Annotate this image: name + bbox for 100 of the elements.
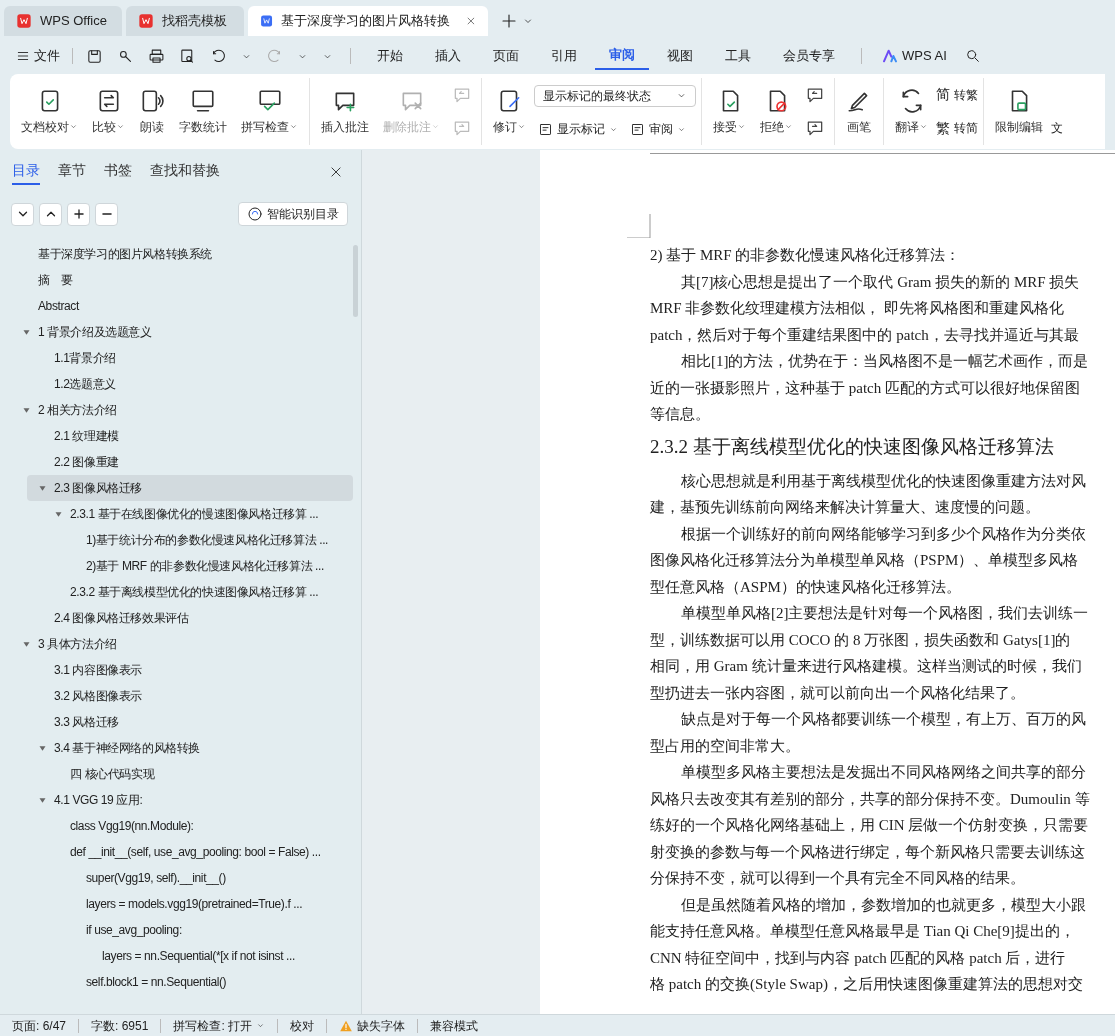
outline-item[interactable]: 3 具体方法介绍 <box>27 631 353 657</box>
outline-item[interactable]: 2)基于 MRF 的非参数化慢速风格化迁移算法 ... <box>27 553 353 579</box>
menu-tab[interactable]: 会员专享 <box>769 42 849 70</box>
sidebar-tab[interactable]: 目录 <box>12 159 40 185</box>
outline-item[interactable]: 1 背景介绍及选题意义 <box>27 319 353 345</box>
scrollbar-thumb[interactable] <box>353 245 358 317</box>
outline-item[interactable]: 2.3 图像风格迁移 <box>27 475 353 501</box>
ribbon-button[interactable]: 显示标记 <box>538 120 618 139</box>
paragraph-line: 核心思想就是利用基于离线模型优化的快速图像重建方法对风 <box>680 471 1087 491</box>
ribbon-button[interactable]: 审阅 <box>630 120 686 139</box>
outline-item[interactable]: 3.1 内容图像表示 <box>27 657 353 683</box>
plus-icon <box>71 207 86 221</box>
menu-tab[interactable]: 页面 <box>479 42 533 70</box>
outline-item[interactable]: 2.4 图像风格迁移效果评估 <box>27 605 353 631</box>
missing-font-button[interactable]: 缺失字体 <box>339 1016 406 1035</box>
menu-tab[interactable]: 引用 <box>537 42 591 70</box>
paragraph-line: 型任意风格（ASPM）的快速风格化迁移算法。 <box>650 577 962 597</box>
caret-icon <box>517 122 526 131</box>
outline-item[interactable]: 3.4 基于神经网络的风格转换 <box>27 735 353 761</box>
paragraph-line: patch，然后对于每个重建结果图中的 patch，去寻找并逼近与其最 <box>650 325 1080 345</box>
menu-tab[interactable]: 插入 <box>421 42 475 70</box>
paragraph-line: 风格只去改变其有差别的部分，共享的部分保持不变。Dumoulin 等 <box>650 789 1090 809</box>
outline-item[interactable]: super(Vgg19, self).__init__() <box>27 865 353 891</box>
sidebar-tab[interactable]: 书签 <box>104 159 132 185</box>
outline-item[interactable]: 1.2选题意义 <box>27 371 353 397</box>
outline-item[interactable]: 2 相关方法介绍 <box>27 397 353 423</box>
expand-triangle-icon[interactable] <box>22 327 31 337</box>
paragraph-line: 格 patch 的交换(Style Swap)，之后用快速图像重建算法的思想对交 <box>650 975 1084 994</box>
ribbon-button[interactable]: 拒绝 <box>754 78 799 145</box>
toolbar-button[interactable] <box>95 202 118 226</box>
outline-item[interactable]: 2.3.2 基于离线模型优化的快速图像风格迁移算 ... <box>27 579 353 605</box>
toolbar-button[interactable] <box>11 202 34 226</box>
outline-item[interactable]: 2.3.1 基于在线图像优化的慢速图像风格迁移算 ... <box>27 501 353 527</box>
save-icon[interactable] <box>86 47 103 65</box>
file-menu[interactable]: 文件 <box>12 46 64 66</box>
smart-toc-button[interactable]: 智能识别目录 <box>238 202 348 226</box>
expand-triangle-icon[interactable] <box>38 743 47 753</box>
outline-item[interactable]: 1)基于统计分布的参数化慢速风格化迁移算法 ... <box>27 527 353 553</box>
ribbon-button[interactable]: 字数统计 <box>173 78 233 145</box>
paragraph-line: 根据一个训练好的前向网络能够学习到多少个风格作为分类依 <box>680 524 1087 544</box>
outline-item[interactable]: if use_avg_pooling: <box>27 917 353 943</box>
outline-item[interactable]: class Vgg19(nn.Module): <box>27 813 353 839</box>
spell-check-toggle[interactable]: 拼写检查: 打开 <box>173 1016 266 1035</box>
markup-dropdown[interactable]: 显示标记的最终状态 <box>534 84 696 107</box>
outline-item[interactable]: 3.2 风格图像表示 <box>27 683 353 709</box>
ribbon-button[interactable]: 拼写检查 <box>235 78 304 145</box>
outline-item[interactable]: def __init__(self, use_avg_pooling: bool = False) ... <box>27 839 353 865</box>
outline-item[interactable]: 基于深度学习的图片风格转换系统 <box>27 241 353 267</box>
tab[interactable]: WPS Office <box>4 6 122 36</box>
ribbon-button[interactable]: 画笔 <box>840 78 878 145</box>
expand-triangle-icon[interactable] <box>22 639 31 649</box>
ribbon-button[interactable]: 翻译 <box>889 78 934 145</box>
character-icon: 繁 <box>936 117 950 139</box>
outline-item[interactable]: 四 核心代码实现 <box>27 761 353 787</box>
expand-triangle-icon[interactable] <box>38 483 47 493</box>
outline-item[interactable]: self.block1 = nn.Sequential() <box>27 969 353 995</box>
undo-icon[interactable] <box>210 47 227 65</box>
plus-icon[interactable] <box>500 12 518 30</box>
menu-tab[interactable]: 审阅 <box>595 42 649 70</box>
expand-triangle-icon[interactable] <box>54 509 63 519</box>
ribbon-button[interactable]: 比较 <box>86 78 131 145</box>
ribbon-button[interactable]: 朗读 <box>133 78 171 145</box>
ribbon-button[interactable]: 插入批注 <box>315 78 375 145</box>
tab[interactable]: 基于深度学习的图片风格转换 <box>248 6 488 36</box>
ribbon-button[interactable]: 修订 <box>487 78 532 145</box>
tab[interactable]: 找稻壳模板 <box>126 6 244 36</box>
outline-item[interactable]: 3.3 风格迁移 <box>27 709 353 735</box>
ribbon-button[interactable]: 接受 <box>707 78 752 145</box>
ai-button[interactable]: WPS AI <box>874 46 955 66</box>
outline-item[interactable]: 1.1背景介绍 <box>27 345 353 371</box>
menu-tab[interactable]: 开始 <box>363 42 417 70</box>
outline-item[interactable]: Abstract <box>27 293 353 319</box>
paragraph-line: 近的一张摄影照片，这种基于 patch 匹配的方式可以很好地保留图 <box>650 378 1081 398</box>
ribbon-button[interactable]: 限制编辑 <box>989 78 1049 145</box>
sidebar-tab[interactable]: 章节 <box>58 159 86 185</box>
outline-item[interactable]: layers = nn.Sequential(*[x if not isinst ... <box>27 943 353 969</box>
close-icon[interactable] <box>329 165 343 179</box>
ribbon-button[interactable]: 文档校对 <box>15 78 84 145</box>
smart-icon <box>247 206 263 222</box>
outline-item[interactable]: 摘 要 <box>27 267 353 293</box>
caret-icon <box>784 122 793 131</box>
outline-item[interactable]: layers = models.vgg19(pretrained=True).f ... <box>27 891 353 917</box>
expand-triangle-icon[interactable] <box>38 795 47 805</box>
search-icon[interactable] <box>964 48 981 64</box>
paragraph-line: 型占用的空间非常大。 <box>650 736 801 756</box>
outline-item[interactable]: 2.1 纹理建模 <box>27 423 353 449</box>
expand-triangle-icon[interactable] <box>22 405 31 415</box>
print-preview-icon[interactable] <box>179 47 196 65</box>
outline-item[interactable]: 4.1 VGG 19 应用: <box>27 787 353 813</box>
ribbon-button[interactable]: 简 转繁 <box>936 84 978 106</box>
menu-icon <box>16 49 30 63</box>
ribbon-button[interactable]: 繁 转简 <box>936 117 978 139</box>
menu-tab[interactable]: 视图 <box>653 42 707 70</box>
character-icon: 简 <box>936 84 950 106</box>
sidebar-tab[interactable]: 查找和替换 <box>150 159 220 185</box>
printer-icon[interactable] <box>148 47 165 65</box>
menu-tab[interactable]: 工具 <box>711 42 765 70</box>
outline-item[interactable]: 2.2 图像重建 <box>27 449 353 475</box>
toolbar-button[interactable] <box>39 202 62 226</box>
toolbar-button[interactable] <box>67 202 90 226</box>
